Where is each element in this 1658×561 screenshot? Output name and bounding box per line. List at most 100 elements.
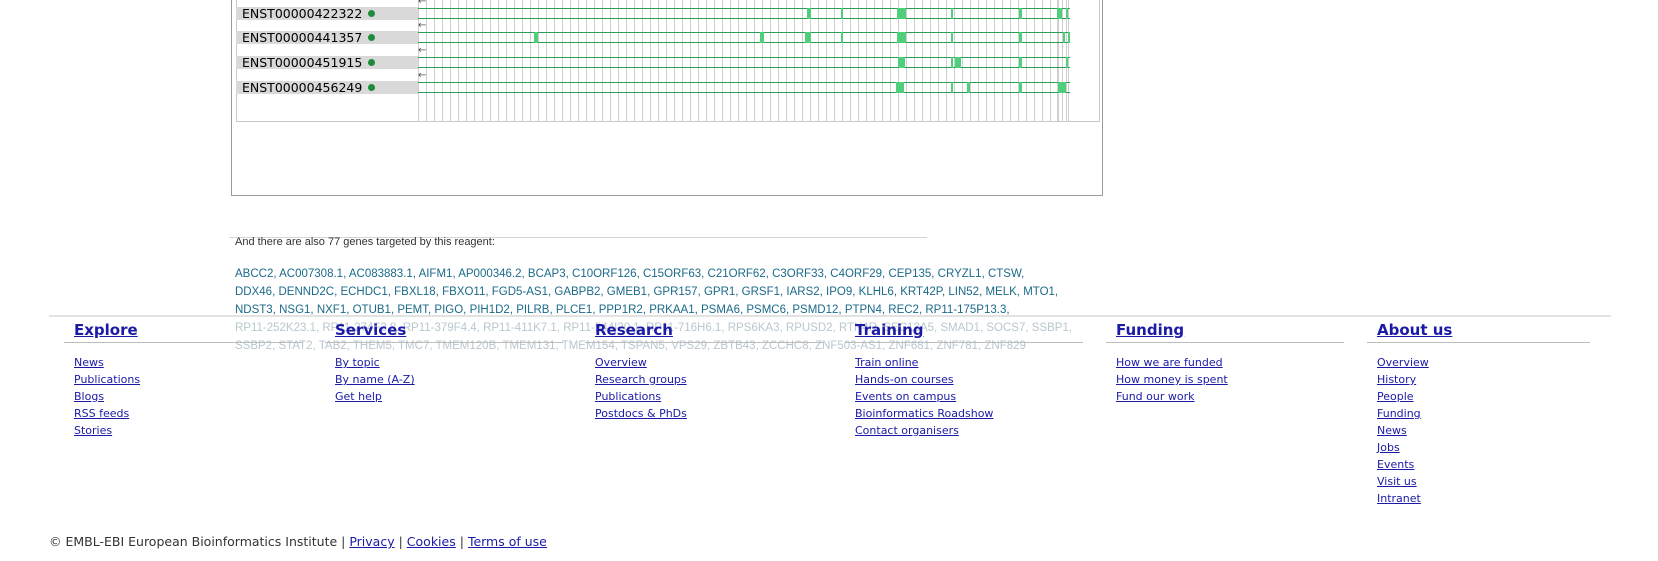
transcript-label[interactable]: ENST00000422322 xyxy=(236,7,418,20)
footer-link[interactable]: Funding xyxy=(1377,407,1421,420)
footer-link[interactable]: Get help xyxy=(335,390,382,403)
footer-link[interactable]: By name (A-Z) xyxy=(335,373,415,386)
footer-link[interactable]: Research groups xyxy=(595,373,687,386)
gene-link[interactable]: ABCC2 xyxy=(235,268,273,280)
footer-link[interactable]: Postdocs & PhDs xyxy=(595,407,687,420)
exon-block xyxy=(951,8,953,19)
gene-link[interactable]: GABPB2 xyxy=(554,286,600,298)
gene-link[interactable]: AC007308.1 xyxy=(279,268,343,280)
gene-link[interactable]: AIFM1 xyxy=(419,268,453,280)
transcript-axis-line xyxy=(418,82,1070,83)
exon-block xyxy=(1068,32,1070,43)
footer-link[interactable]: News xyxy=(74,356,104,369)
exon-block xyxy=(1019,8,1022,19)
also-genes-title: And there are also 77 genes targeted by … xyxy=(235,236,495,248)
gene-link[interactable]: MTO1, xyxy=(1023,286,1058,298)
footer-heading-rule xyxy=(585,342,823,343)
gene-link[interactable]: DENND2C xyxy=(278,286,334,298)
gene-link[interactable]: AC083883.1 xyxy=(349,268,413,280)
footer-link[interactable]: Jobs xyxy=(1377,441,1400,454)
cookies-link[interactable]: Cookies xyxy=(407,534,456,549)
gene-link[interactable]: IPO9 xyxy=(826,286,852,298)
status-dot-icon xyxy=(368,34,375,41)
transcript-label[interactable]: ENST00000456249 xyxy=(236,81,418,94)
gene-link[interactable]: KLHL6 xyxy=(859,286,894,298)
footer-heading[interactable]: Services xyxy=(335,320,565,340)
exon-block xyxy=(534,32,538,43)
transcript-label[interactable]: ENST00000441357 xyxy=(236,31,418,44)
privacy-link[interactable]: Privacy xyxy=(349,534,394,549)
gene-link[interactable]: FBXO11 xyxy=(442,286,485,298)
transcript-id: ENST00000441357 xyxy=(242,30,363,45)
footer-link[interactable]: Visit us xyxy=(1377,475,1417,488)
gene-link[interactable]: FBXL18 xyxy=(394,286,436,298)
gene-link[interactable]: CEP135 xyxy=(888,268,931,280)
footer-link[interactable]: By topic xyxy=(335,356,380,369)
footer-link[interactable]: Overview xyxy=(1377,356,1429,369)
gene-link[interactable]: LIN52 xyxy=(948,286,979,298)
gene-link[interactable]: C21ORF62 xyxy=(708,268,766,280)
transcript-axis-line xyxy=(418,42,1070,43)
footer-link[interactable]: People xyxy=(1377,390,1414,403)
footer-link[interactable]: Events xyxy=(1377,458,1414,471)
gene-link[interactable]: CTSW, xyxy=(988,268,1024,280)
footer-link[interactable]: Train online xyxy=(855,356,918,369)
footer-column-research: Research Overview Research groups Publicati… xyxy=(585,318,825,420)
exon-block xyxy=(1066,57,1068,68)
footer-link[interactable]: Stories xyxy=(74,424,112,437)
gene-link[interactable]: FGD5-AS1 xyxy=(492,286,548,298)
exon-block xyxy=(897,8,906,19)
exon-block xyxy=(807,8,811,19)
exon-block xyxy=(951,57,953,68)
gene-link[interactable]: DDX46 xyxy=(235,286,272,298)
footer-heading[interactable]: About us xyxy=(1377,320,1607,340)
footer-link[interactable]: Publications xyxy=(595,390,661,403)
footer-top-bar xyxy=(49,315,1611,317)
gene-link[interactable]: GRSF1 xyxy=(742,286,780,298)
gene-link[interactable]: ECHDC1 xyxy=(340,286,387,298)
footer-column-funding: Funding How we are funded How money is spe… xyxy=(1106,318,1346,403)
footer-link[interactable]: How we are funded xyxy=(1116,356,1223,369)
footer-link[interactable]: How money is spent xyxy=(1116,373,1228,386)
footer-heading[interactable]: Explore xyxy=(74,320,304,340)
footer-link[interactable]: History xyxy=(1377,373,1416,386)
gene-link[interactable]: GPR157 xyxy=(653,286,697,298)
gene-link[interactable]: KRT42P xyxy=(900,286,942,298)
footer-heading-rule xyxy=(325,342,563,343)
footer-heading-rule xyxy=(1367,342,1590,343)
gene-link[interactable]: C3ORF33 xyxy=(772,268,824,280)
gene-link[interactable]: CRYZL1 xyxy=(938,268,982,280)
gene-link[interactable]: BCAP3 xyxy=(528,268,566,280)
footer-link[interactable]: Publications xyxy=(74,373,140,386)
transcript-label[interactable]: ENST00000451915 xyxy=(236,56,418,69)
footer-heading[interactable]: Research xyxy=(595,320,825,340)
exon-block xyxy=(896,82,904,93)
footer-link[interactable]: News xyxy=(1377,424,1407,437)
gene-link[interactable]: C10ORF126 xyxy=(572,268,637,280)
footer-link[interactable]: Blogs xyxy=(74,390,104,403)
gene-link[interactable]: GPR1 xyxy=(704,286,735,298)
gene-link[interactable]: MELK xyxy=(985,286,1016,298)
footer-link[interactable]: Contact organisers xyxy=(855,424,959,437)
footer-link[interactable]: Events on campus xyxy=(855,390,956,403)
gene-link[interactable]: IARS2 xyxy=(786,286,819,298)
exon-block xyxy=(955,57,961,68)
footer-heading[interactable]: Funding xyxy=(1116,320,1346,340)
gene-link[interactable]: C15ORF63 xyxy=(643,268,701,280)
footer-heading[interactable]: Training xyxy=(855,320,1085,340)
transcript-axis-line xyxy=(418,67,1070,68)
footer-link[interactable]: Intranet xyxy=(1377,492,1421,505)
footer-link[interactable]: Overview xyxy=(595,356,647,369)
copyright-line: © EMBL-EBI European Bioinformatics Insti… xyxy=(49,534,547,549)
footer-link[interactable]: Bioinformatics Roadshow xyxy=(855,407,993,420)
exon-block xyxy=(1019,82,1022,93)
footer-link[interactable]: RSS feeds xyxy=(74,407,129,420)
exon-block xyxy=(951,82,953,93)
strand-arrow-icon: ← xyxy=(418,0,427,7)
gene-link[interactable]: GMEB1 xyxy=(607,286,647,298)
footer-link[interactable]: Hands-on courses xyxy=(855,373,954,386)
gene-link[interactable]: AP000346.2 xyxy=(458,268,521,280)
terms-of-use-link[interactable]: Terms of use xyxy=(468,534,547,549)
footer-link[interactable]: Fund our work xyxy=(1116,390,1195,403)
gene-link[interactable]: C4ORF29 xyxy=(830,268,882,280)
